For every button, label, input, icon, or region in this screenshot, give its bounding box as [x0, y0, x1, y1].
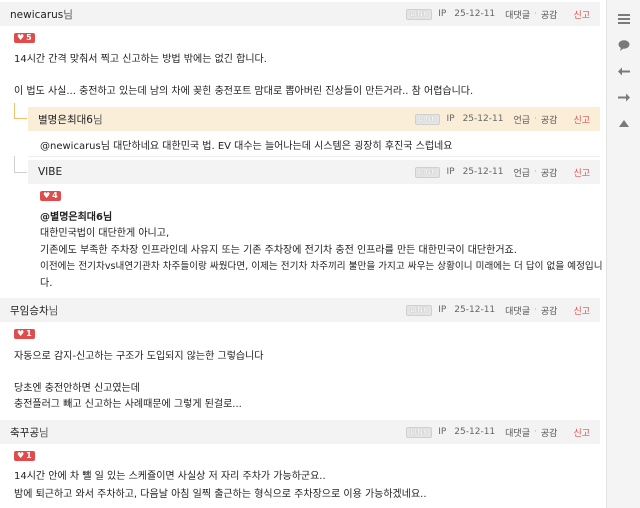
comment-text: @newicarus님 대단하네요 대한민국 법. EV 대수는 늘어나는데 시… [40, 141, 453, 152]
mention-button[interactable]: 언급 [513, 166, 530, 179]
comment-text: 밤에 퇴근하고 와서 주차하고, 다음날 아침 일찍 출근하는 형식으로 주차장… [14, 489, 427, 500]
comment-header: 별명은최대6님 LINK IP 25-12-11 언급 · 공감 신고 [28, 107, 600, 131]
author-name[interactable]: newicarus님 [0, 7, 406, 22]
heart-icon: ♥ [17, 451, 25, 460]
reply-button[interactable]: 대댓글 [505, 304, 530, 317]
prev-button[interactable] [607, 58, 640, 84]
report-button[interactable]: 신고 [573, 426, 590, 439]
like-count-badge: ♥ 1 [14, 451, 35, 461]
like-count-badge: ♥ 5 [14, 33, 35, 43]
comment-text: 자동으로 감지-신고하는 구조가 도입되지 않는한 그렇습니다 [14, 351, 264, 362]
comment-icon [618, 39, 630, 51]
ip-label: IP [438, 305, 447, 315]
comment-text: 충전플러그 빼고 신고하는 사례때문에 그렇게 된걸로... [14, 399, 242, 410]
report-button[interactable]: 신고 [573, 113, 590, 126]
comment-text: 다. [40, 278, 53, 289]
author-name[interactable]: 별명은최대6님 [28, 112, 415, 127]
reply-button[interactable]: 대댓글 [505, 8, 530, 21]
list-icon [618, 14, 630, 24]
like-count-badge: ♥ 1 [14, 329, 35, 339]
link-button[interactable]: LINK [414, 166, 441, 178]
heart-icon: ♥ [43, 191, 51, 200]
heart-icon: ♥ [17, 329, 25, 338]
comment-date: 25-12-11 [454, 305, 496, 315]
ip-label: IP [446, 114, 455, 124]
mention-text[interactable]: @별명은최대6님 [40, 208, 112, 223]
link-button[interactable]: LINK [406, 426, 433, 438]
arrow-up-icon [619, 119, 629, 127]
like-button[interactable]: 공감 [541, 304, 558, 317]
reply-connector [14, 103, 27, 119]
comment-date: 25-12-11 [462, 167, 504, 177]
comment-text: 이 법도 사실... 충전하고 있는데 남의 차에 꽂힌 충전포트 맘대로 뽑아… [14, 86, 474, 97]
divider [28, 156, 600, 157]
report-button[interactable]: 신고 [573, 304, 590, 317]
reply-button[interactable]: 대댓글 [505, 426, 530, 439]
author-name[interactable]: 무임승차님 [0, 303, 406, 318]
comment-text: 14시간 안에 차 뺄 일 있는 스케쥴이면 사실상 저 자리 주차가 가능하군… [14, 471, 326, 482]
report-button[interactable]: 신고 [573, 8, 590, 21]
like-button[interactable]: 공감 [541, 113, 558, 126]
author-name[interactable]: 축꾸공님 [0, 425, 406, 440]
comment-date: 25-12-11 [454, 427, 496, 437]
link-button[interactable]: LINK [406, 304, 433, 316]
arrow-right-icon [618, 93, 630, 101]
link-button[interactable]: LINK [414, 113, 441, 125]
heart-icon: ♥ [17, 33, 25, 42]
link-button[interactable]: LINK [406, 8, 433, 20]
comment-text: 이전에는 전기차vs내연기관차 차주들이랑 싸웠다면, 이제는 전기차 차주끼리… [40, 261, 603, 272]
ip-label: IP [438, 427, 447, 437]
like-button[interactable]: 공감 [541, 8, 558, 21]
comment-list: newicarus님 LINK IP 25-12-11 대댓글 · 공감 신고 … [0, 0, 603, 508]
comment-date: 25-12-11 [454, 9, 496, 19]
author-name[interactable]: VIBE [28, 166, 415, 178]
ip-label: IP [446, 167, 455, 177]
comment-date: 25-12-11 [462, 114, 504, 124]
next-button[interactable] [607, 84, 640, 110]
comment-header: 무임승차님 LINK IP 25-12-11 대댓글 · 공감 신고 [0, 298, 600, 322]
comment-header: newicarus님 LINK IP 25-12-11 대댓글 · 공감 신고 [0, 2, 600, 26]
like-count-badge: ♥ 4 [40, 191, 61, 201]
mention-button[interactable]: 언급 [513, 113, 530, 126]
scroll-top-button[interactable] [607, 110, 640, 136]
arrow-left-icon [618, 67, 630, 75]
comment-header: VIBE LINK IP 25-12-11 언급 · 공감 신고 [28, 160, 600, 184]
comment-header: 축꾸공님 LINK IP 25-12-11 대댓글 · 공감 신고 [0, 420, 600, 444]
quick-nav-sidebar [606, 0, 640, 508]
reply-connector [14, 156, 27, 173]
comment-text: 대한민국법이 대단한게 아니고, [40, 228, 170, 239]
list-button[interactable] [607, 6, 640, 32]
comment-text: 14시간 간격 맞춰서 찍고 신고하는 방법 밖에는 없긴 합니다. [14, 54, 267, 65]
comment-text: 당초엔 충전안하면 신고였는데 [14, 383, 140, 394]
like-button[interactable]: 공감 [541, 166, 558, 179]
like-button[interactable]: 공감 [541, 426, 558, 439]
comment-text: 기존에도 부족한 주차장 인프라인데 사유지 또는 기존 주차장에 전기차 충전… [40, 245, 517, 256]
comment-button[interactable] [607, 32, 640, 58]
report-button[interactable]: 신고 [573, 166, 590, 179]
ip-label: IP [438, 9, 447, 19]
